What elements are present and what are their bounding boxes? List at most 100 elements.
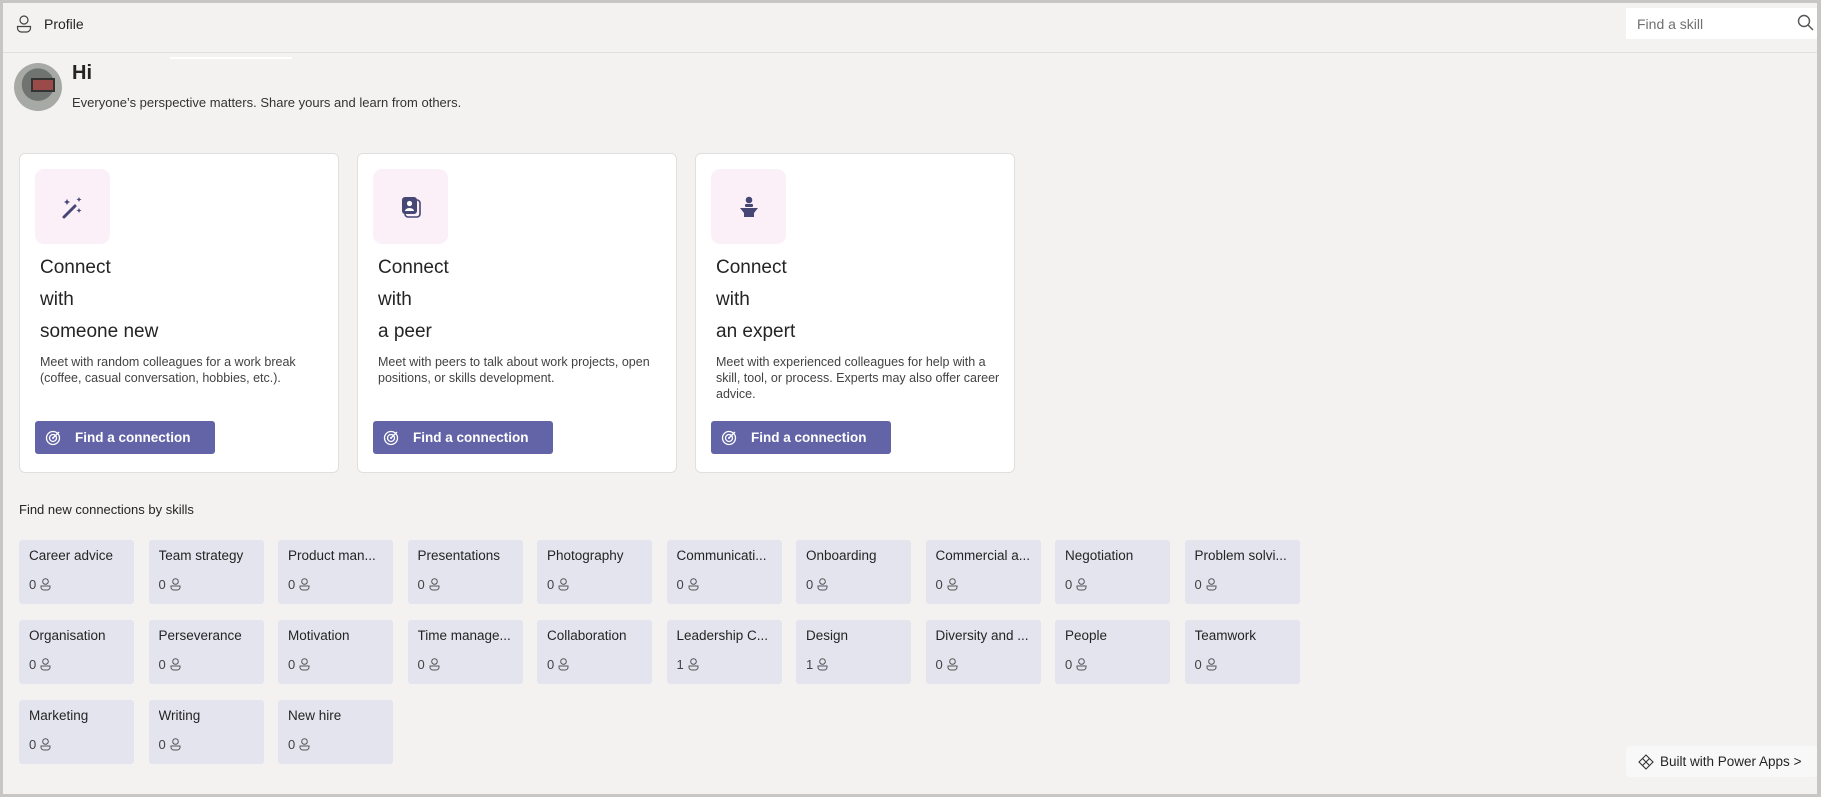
skill-tile[interactable]: Presentations 0 [407, 540, 523, 604]
skill-count-value: 0 [1065, 657, 1073, 672]
skill-count-value: 0 [547, 657, 555, 672]
skill-count: 0 [418, 577, 440, 592]
skill-name: Commercial a... [935, 548, 1031, 563]
person-icon [558, 658, 569, 671]
connect-card: Connect with an expert Meet with experienc… [695, 153, 1015, 473]
card-description: Meet with experienced colleagues for hel… [716, 355, 1000, 401]
power-apps-icon [1638, 753, 1654, 770]
skill-count-value: 0 [417, 657, 425, 672]
person-icon [1206, 658, 1217, 671]
skill-count-value: 1 [806, 657, 814, 672]
skill-tile[interactable]: Marketing 0 [19, 700, 134, 764]
find-connection-button[interactable]: Find a connection [35, 421, 215, 454]
person-icon [429, 658, 440, 671]
skill-count-value: 0 [288, 657, 296, 672]
skill-count: 0 [29, 657, 51, 672]
skill-name: Photography [547, 548, 624, 563]
skill-name: Teamwork [1194, 628, 1257, 643]
skill-tile[interactable]: Onboarding 0 [796, 540, 911, 604]
skill-tile[interactable]: Photography 0 [537, 540, 652, 604]
person-icon [1206, 578, 1217, 591]
skill-search[interactable] [1626, 8, 1818, 39]
skill-count: 1 [677, 657, 699, 672]
skill-tile[interactable]: Diversity and ... 0 [925, 620, 1041, 684]
skill-count: 0 [1195, 577, 1217, 592]
card-title: Connect with someone new [40, 252, 158, 348]
skill-tile[interactable]: Negotiation 0 [1055, 540, 1170, 604]
skill-tile[interactable]: Teamwork 0 [1184, 620, 1300, 684]
skill-name: Onboarding [806, 548, 877, 563]
skill-count-value: 0 [417, 577, 425, 592]
skill-tile[interactable]: Career advice 0 [19, 540, 134, 604]
skill-count: 0 [159, 577, 181, 592]
target-icon [721, 430, 737, 445]
skill-tile[interactable]: Team strategy 0 [148, 540, 264, 604]
person-icon [299, 738, 310, 751]
skill-tile[interactable]: New hire 0 [278, 700, 393, 764]
person-icon [40, 578, 51, 591]
skill-count: 0 [1065, 657, 1087, 672]
skill-count-value: 0 [158, 577, 166, 592]
skills-heading: Find new connections by skills [19, 502, 194, 517]
person-icon [558, 578, 569, 591]
find-connection-button[interactable]: Find a connection [711, 421, 891, 454]
person-icon [1076, 658, 1087, 671]
greeting-title: Hi [72, 62, 92, 84]
skill-tile[interactable]: Collaboration 0 [537, 620, 652, 684]
person-icon [170, 658, 181, 671]
skill-count: 0 [547, 657, 569, 672]
person-icon [299, 578, 310, 591]
card-title-line: with [378, 289, 412, 310]
person-icon [688, 578, 699, 591]
search-icon[interactable] [1797, 14, 1814, 31]
skill-tile[interactable]: Perseverance 0 [148, 620, 264, 684]
contact-card-icon [373, 169, 448, 244]
skill-tile[interactable]: Design 1 [796, 620, 911, 684]
power-apps-badge[interactable]: Built with Power Apps > [1626, 746, 1818, 777]
target-icon [383, 430, 399, 445]
skill-count-value: 0 [1065, 577, 1073, 592]
card-title-line: Connect [40, 257, 111, 278]
skill-count: 0 [936, 577, 958, 592]
person-icon [1076, 578, 1087, 591]
skill-tile[interactable]: People 0 [1055, 620, 1170, 684]
skill-name: Time manage... [417, 628, 511, 643]
skill-count-value: 0 [806, 577, 814, 592]
app-header: Profile [3, 3, 1817, 53]
card-title-line: someone new [40, 321, 159, 342]
skill-count-value: 0 [29, 577, 37, 592]
skill-count: 0 [288, 657, 310, 672]
skill-tile[interactable]: Product man... 0 [278, 540, 393, 604]
skill-tile[interactable]: Communicati... 0 [666, 540, 782, 604]
skill-name: Design [806, 628, 849, 643]
profile-link[interactable]: Profile [16, 15, 84, 33]
skill-tile[interactable]: Leadership C... 1 [666, 620, 782, 684]
skill-count-value: 0 [158, 657, 166, 672]
skill-count-value: 0 [547, 577, 555, 592]
skill-count: 0 [1065, 577, 1087, 592]
card-title-line: a peer [378, 321, 432, 342]
person-icon [40, 738, 51, 751]
skill-tile[interactable]: Time manage... 0 [407, 620, 523, 684]
skill-tile[interactable]: Motivation 0 [278, 620, 393, 684]
skill-tile[interactable]: Commercial a... 0 [925, 540, 1041, 604]
skill-name: Product man... [288, 548, 376, 563]
skill-name: People [1065, 628, 1108, 643]
button-label: Find a connection [75, 430, 191, 445]
skill-search-input[interactable] [1637, 15, 1787, 32]
find-connection-button[interactable]: Find a connection [373, 421, 553, 454]
skill-count: 0 [418, 657, 440, 672]
person-icon [170, 578, 181, 591]
skill-count: 0 [288, 577, 310, 592]
avatar [14, 63, 62, 111]
skill-name: Perseverance [158, 628, 242, 643]
skill-count: 0 [936, 657, 958, 672]
card-title: Connect with a peer [378, 252, 449, 348]
skill-tile[interactable]: Problem solvi... 0 [1184, 540, 1300, 604]
skill-count: 0 [1195, 657, 1217, 672]
skill-tile[interactable]: Writing 0 [148, 700, 264, 764]
tab-underline [170, 57, 292, 59]
skill-tile[interactable]: Organisation 0 [19, 620, 134, 684]
skill-name: Marketing [29, 708, 89, 723]
skill-count: 0 [677, 577, 699, 592]
